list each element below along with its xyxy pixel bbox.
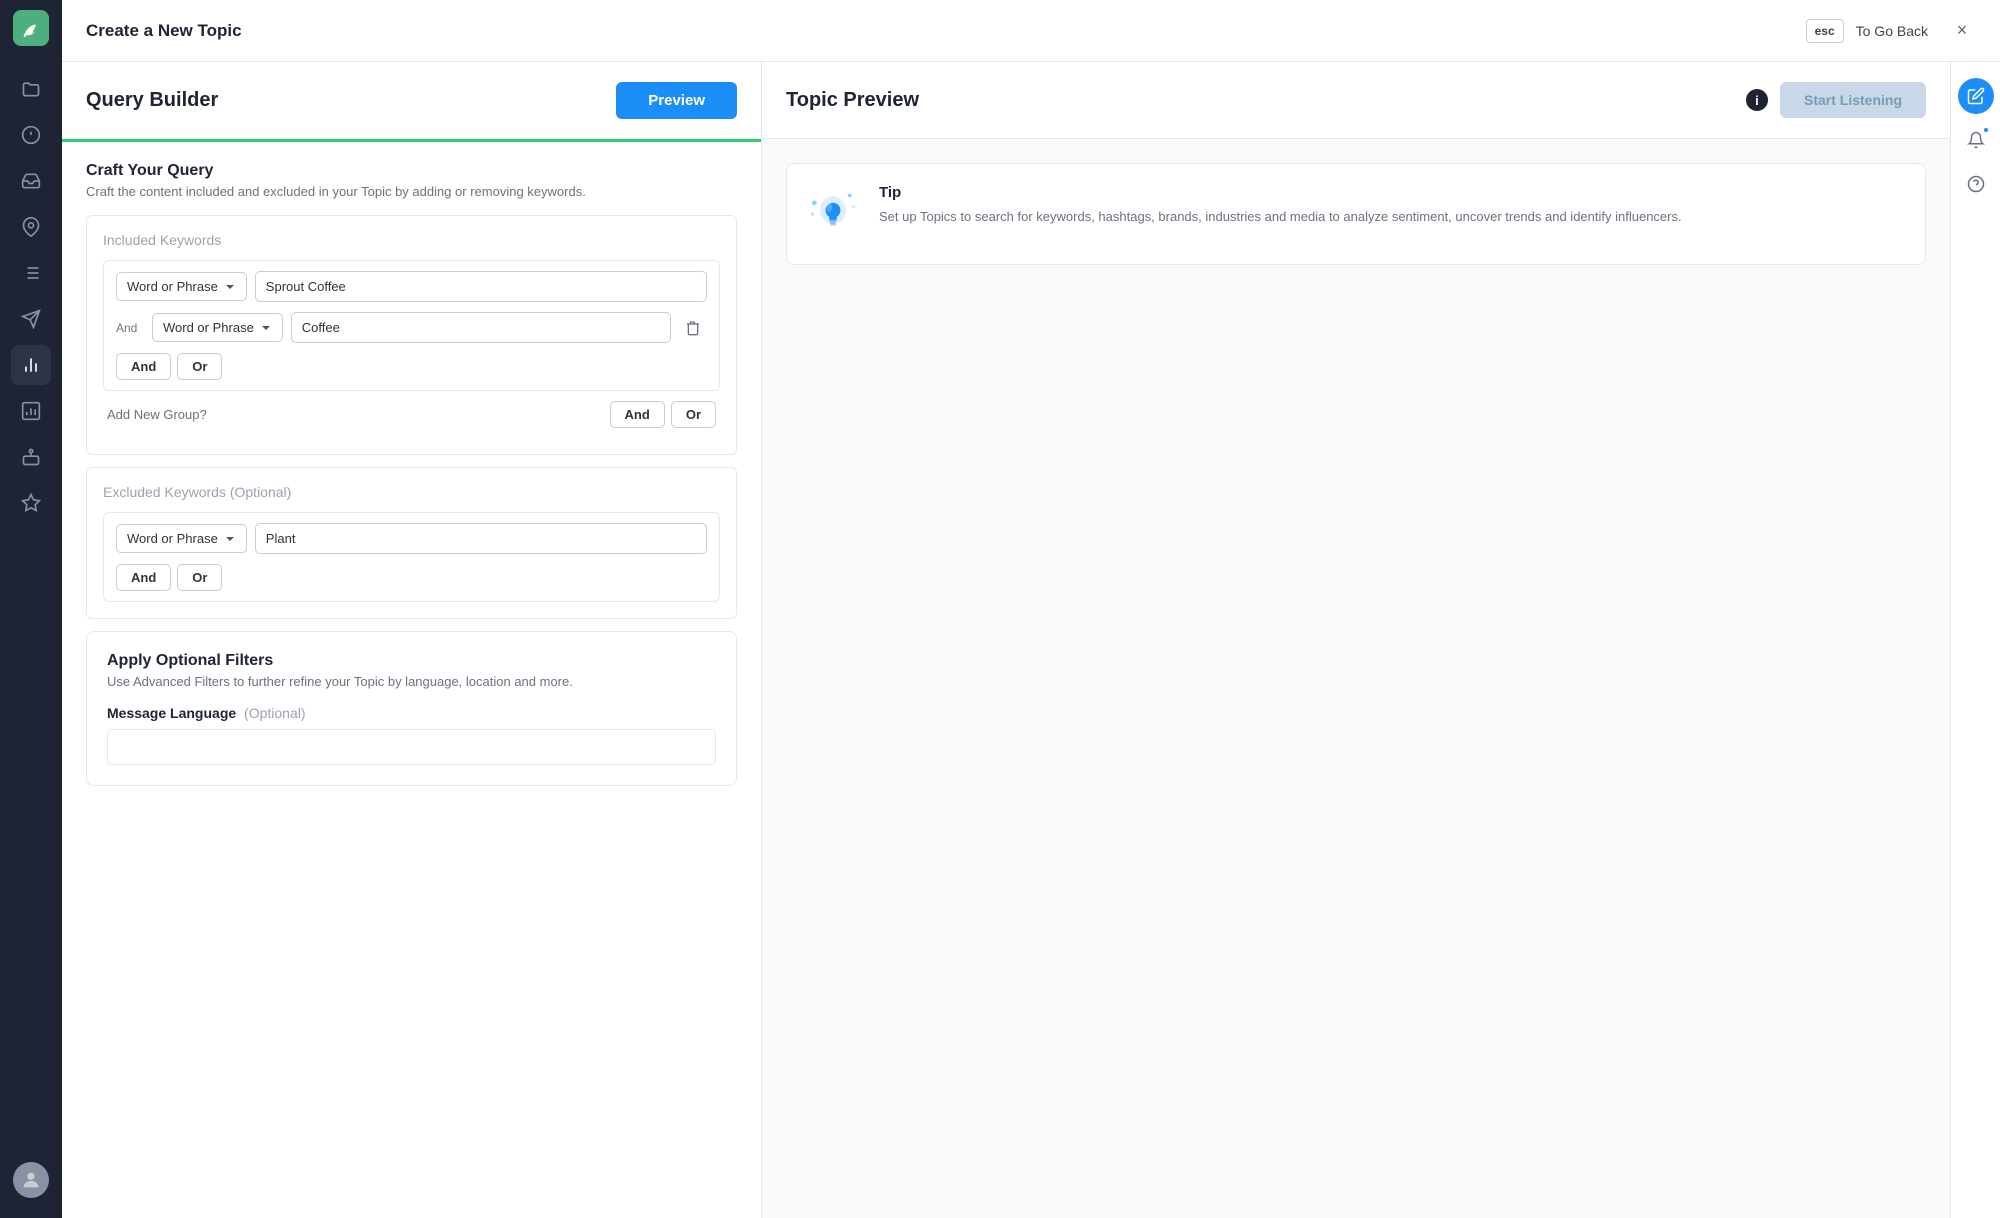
excluded-keywords-title: Excluded Keywords (Optional): [103, 484, 720, 500]
tip-title: Tip: [879, 184, 1682, 201]
sidebar-item-analytics[interactable]: [11, 345, 51, 385]
tip-card: Tip Set up Topics to search for keywords…: [786, 163, 1926, 265]
topic-preview-title: Topic Preview: [786, 89, 919, 112]
sidebar-item-bar-chart[interactable]: [11, 391, 51, 431]
craft-query-desc: Craft the content included and excluded …: [86, 184, 737, 199]
tip-text: Set up Topics to search for keywords, ha…: [879, 207, 1682, 227]
right-action-bar: [1950, 62, 2000, 1218]
excluded-word-phrase-select-1[interactable]: Word or Phrase: [116, 524, 247, 553]
excluded-keyword-row-1: Word or Phrase: [116, 523, 707, 554]
sidebar-item-send[interactable]: [11, 299, 51, 339]
page-title: Create a New Topic: [86, 21, 1794, 41]
optional-filters-desc: Use Advanced Filters to further refine y…: [107, 674, 716, 689]
excluded-or-button[interactable]: Or: [177, 564, 222, 591]
query-builder-header: Query Builder Preview: [62, 62, 761, 142]
excluded-and-or-row: And Or: [116, 564, 707, 591]
edit-button[interactable]: [1958, 78, 1994, 114]
craft-query-title: Craft Your Query: [86, 162, 737, 180]
message-language-label: Message Language (Optional): [107, 705, 716, 721]
excluded-keyword-group: Word or Phrase And Or: [103, 512, 720, 602]
help-button[interactable]: [1958, 166, 1994, 202]
sidebar-item-list[interactable]: [11, 253, 51, 293]
keyword-input-2[interactable]: [291, 312, 671, 343]
included-keyword-group: Word or Phrase And Word or Phrase: [103, 260, 720, 391]
sidebar-item-bot[interactable]: [11, 437, 51, 477]
sidebar-item-inbox[interactable]: [11, 161, 51, 201]
included-and-or-row: And Or: [116, 353, 707, 380]
keyword-row-1: Word or Phrase: [116, 271, 707, 302]
topic-preview-header: Topic Preview i Start Listening: [762, 62, 1950, 139]
keyword-input-1[interactable]: [255, 271, 707, 302]
add-new-group-buttons: And Or: [610, 401, 716, 428]
sidebar-item-star[interactable]: [11, 483, 51, 523]
add-group-and-button[interactable]: And: [610, 401, 665, 428]
add-group-or-button[interactable]: Or: [671, 401, 716, 428]
tip-content: Tip Set up Topics to search for keywords…: [879, 184, 1682, 227]
query-builder-title: Query Builder: [86, 89, 218, 112]
topic-preview-panel: Topic Preview i Start Listening: [762, 62, 1950, 1218]
optional-filters-section: Apply Optional Filters Use Advanced Filt…: [86, 631, 737, 786]
add-new-group-row: Add New Group? And Or: [103, 391, 720, 438]
notifications-button[interactable]: [1958, 122, 1994, 158]
message-language-optional: (Optional): [244, 705, 305, 721]
query-builder-panel: Query Builder Preview Craft Your Query C…: [62, 62, 762, 1218]
close-button[interactable]: ×: [1948, 17, 1976, 45]
message-language-input[interactable]: [107, 729, 716, 765]
sidebar-item-alert[interactable]: [11, 115, 51, 155]
included-keywords-title: Included Keywords: [103, 232, 720, 248]
keyword-row-2: And Word or Phrase: [116, 312, 707, 343]
included-or-button[interactable]: Or: [177, 353, 222, 380]
connector-label-and: And: [116, 321, 144, 335]
excluded-keywords-box: Excluded Keywords (Optional) Word or Phr…: [86, 467, 737, 619]
message-language-field: Message Language (Optional): [107, 705, 716, 765]
topic-preview-body: Tip Set up Topics to search for keywords…: [762, 139, 1950, 1218]
esc-button[interactable]: esc: [1806, 19, 1844, 43]
main-area: Create a New Topic esc To Go Back × Quer…: [62, 0, 2000, 1218]
excluded-and-button[interactable]: And: [116, 564, 171, 591]
left-sidebar: [0, 0, 62, 1218]
info-icon[interactable]: i: [1746, 89, 1768, 111]
query-builder-body: Craft Your Query Craft the content inclu…: [62, 142, 761, 1218]
word-phrase-select-1[interactable]: Word or Phrase: [116, 272, 247, 301]
craft-query-section: Craft Your Query Craft the content inclu…: [86, 162, 737, 199]
word-phrase-select-2[interactable]: Word or Phrase: [152, 313, 283, 342]
sidebar-item-pin[interactable]: [11, 207, 51, 247]
optional-filters-title: Apply Optional Filters: [107, 652, 716, 670]
user-avatar[interactable]: [13, 1162, 49, 1198]
lightbulb-icon: [805, 186, 861, 242]
included-and-button[interactable]: And: [116, 353, 171, 380]
start-listening-button[interactable]: Start Listening: [1780, 82, 1926, 118]
preview-button[interactable]: Preview: [616, 82, 737, 119]
excluded-optional-label: (Optional): [230, 484, 291, 500]
add-new-group-label: Add New Group?: [107, 407, 207, 422]
delete-keyword-button[interactable]: [679, 314, 707, 342]
content-area: Query Builder Preview Craft Your Query C…: [62, 62, 2000, 1218]
excluded-keyword-input-1[interactable]: [255, 523, 707, 554]
topbar: Create a New Topic esc To Go Back ×: [62, 0, 2000, 62]
included-keywords-box: Included Keywords Word or Phrase: [86, 215, 737, 455]
preview-panel-actions: i Start Listening: [1746, 82, 1926, 118]
notification-dot: [1982, 126, 1990, 134]
tip-icon-area: [803, 184, 863, 244]
to-go-back-label: To Go Back: [1856, 23, 1928, 39]
app-logo[interactable]: [13, 10, 49, 46]
sidebar-item-folder[interactable]: [11, 69, 51, 109]
